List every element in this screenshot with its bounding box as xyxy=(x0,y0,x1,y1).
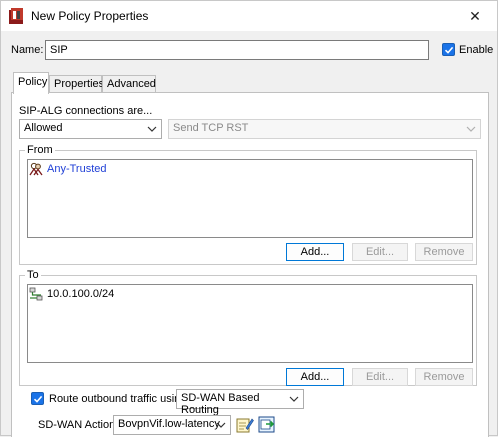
tab-policy[interactable]: Policy xyxy=(13,72,49,94)
from-remove-button[interactable]: Remove xyxy=(415,243,473,261)
tcp-rst-dropdown[interactable]: Send TCP RST xyxy=(168,119,481,139)
tcp-rst-value: Send TCP RST xyxy=(173,122,249,134)
name-label: Name: xyxy=(11,44,44,56)
alias-group-icon xyxy=(29,162,43,176)
chevron-down-icon xyxy=(216,422,226,428)
to-remove-button[interactable]: Remove xyxy=(415,368,473,386)
from-item-label: Any-Trusted xyxy=(47,163,107,175)
from-legend: From xyxy=(25,144,55,156)
to-legend: To xyxy=(25,269,41,281)
to-edit-button[interactable]: Edit... xyxy=(352,368,408,386)
tab-advanced[interactable]: Advanced xyxy=(102,75,156,93)
title-bar: New Policy Properties ✕ xyxy=(1,1,497,31)
close-icon: ✕ xyxy=(469,8,481,24)
sip-alg-label: SIP-ALG connections are... xyxy=(19,105,153,117)
chevron-down-icon xyxy=(147,126,157,132)
network-icon xyxy=(29,287,43,301)
list-item[interactable]: Any-Trusted xyxy=(29,162,107,176)
sdwan-action-dropdown[interactable]: BovpnVif.low-latency xyxy=(113,415,231,435)
connection-action-dropdown[interactable]: Allowed xyxy=(19,119,162,139)
from-add-button[interactable]: Add... xyxy=(286,243,344,261)
enable-label: Enable xyxy=(459,43,494,56)
edit-sdwan-action-icon[interactable] xyxy=(236,416,254,434)
policy-app-icon xyxy=(9,8,23,24)
checkmark-icon xyxy=(444,46,454,54)
from-edit-button[interactable]: Edit... xyxy=(352,243,408,261)
window-title: New Policy Properties xyxy=(31,9,149,23)
sdwan-action-value: BovpnVif.low-latency xyxy=(118,418,220,430)
routing-method-dropdown[interactable]: SD-WAN Based Routing xyxy=(176,389,304,416)
enable-toggle[interactable]: Enable xyxy=(442,43,493,56)
chevron-down-icon xyxy=(289,396,299,402)
to-item-label: 10.0.100.0/24 xyxy=(47,288,115,300)
policy-properties-window: New Policy Properties ✕ Name: Enable Pol… xyxy=(0,0,498,437)
enable-checkbox[interactable] xyxy=(442,43,455,56)
checkmark-icon xyxy=(33,395,43,403)
chevron-down-icon xyxy=(466,126,476,132)
connection-action-value: Allowed xyxy=(24,122,63,134)
route-outbound-toggle[interactable]: Route outbound traffic using xyxy=(31,392,186,405)
tab-properties[interactable]: Properties xyxy=(49,75,104,93)
route-outbound-label: Route outbound traffic using xyxy=(49,392,187,405)
add-sdwan-action-icon[interactable] xyxy=(258,416,276,434)
sdwan-action-label: SD-WAN Action xyxy=(38,419,116,431)
list-item[interactable]: 10.0.100.0/24 xyxy=(29,287,114,301)
name-input[interactable] xyxy=(45,40,429,60)
route-outbound-checkbox[interactable] xyxy=(31,392,44,405)
to-add-button[interactable]: Add... xyxy=(286,368,344,386)
close-button[interactable]: ✕ xyxy=(453,1,497,31)
